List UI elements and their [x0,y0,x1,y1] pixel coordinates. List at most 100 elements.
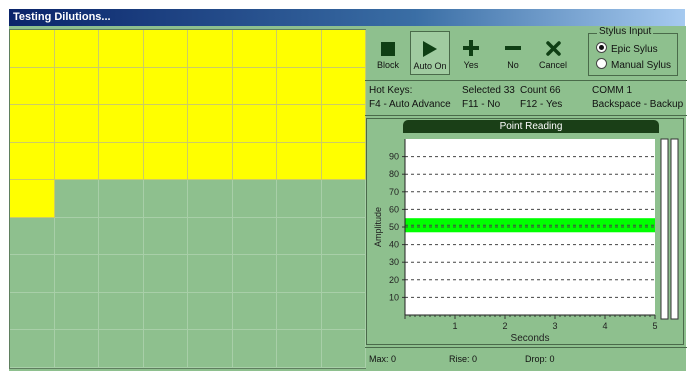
selected-count: Selected 33 [462,85,515,96]
grid-cell[interactable] [321,217,366,256]
grid-cell[interactable] [188,330,233,368]
play-triangle-icon [411,37,449,59]
grid-cell[interactable] [277,142,322,181]
hot-keys-title: Hot Keys: [369,85,413,96]
grid-cell[interactable] [10,217,55,256]
grid-cell[interactable] [99,105,144,143]
grid-cell[interactable] [188,255,233,293]
grid-cell[interactable] [277,217,322,256]
no-button[interactable]: No [498,31,528,75]
grid-cell[interactable] [54,142,99,181]
grid-cell[interactable] [10,105,55,143]
grid-cell[interactable] [143,180,188,218]
grid-cell[interactable] [188,105,233,143]
auto-on-button[interactable]: Auto On [410,31,450,75]
grid-cell[interactable] [143,292,188,331]
hotkey-f12: F12 - Yes [520,99,563,110]
yes-button[interactable]: Yes [456,31,486,75]
y-tick-label: 40 [389,240,399,250]
title-bar[interactable]: Testing Dilutions... [9,9,685,26]
grid-cell[interactable] [277,330,322,368]
grid-cell[interactable] [143,255,188,293]
app-window: Testing Dilutions... Block Auto On Yes N… [0,0,691,371]
grid-cell[interactable] [143,217,188,256]
y-tick-label: 70 [389,187,399,197]
grid-cell[interactable] [188,217,233,256]
grid-cell[interactable] [99,30,144,68]
grid-cell[interactable] [321,30,366,68]
grid-cell[interactable] [321,255,366,293]
x-axis-label: Seconds [511,333,550,344]
cancel-button[interactable]: Cancel [534,31,572,75]
grid-cell[interactable] [143,330,188,368]
grid-cell[interactable] [54,330,99,368]
grid-cell[interactable] [232,255,277,293]
grid-cell[interactable] [232,180,277,218]
grid-cell[interactable] [232,142,277,181]
block-button[interactable]: Block [370,31,406,75]
grid-cell[interactable] [277,67,322,106]
grid-cell[interactable] [10,330,55,368]
grid-cell[interactable] [188,142,233,181]
y-tick-label: 10 [389,292,399,302]
grid-cell[interactable] [54,180,99,218]
grid-cell[interactable] [99,180,144,218]
grid-cell[interactable] [321,142,366,181]
y-tick-label: 50 [389,222,399,232]
grid-cell[interactable] [99,255,144,293]
grid-cell[interactable] [321,330,366,368]
grid-cell[interactable] [54,217,99,256]
x-icon [534,36,572,58]
grid-cell[interactable] [188,30,233,68]
y-tick-label: 90 [389,152,399,162]
stop-square-icon [370,36,406,58]
grid-cell[interactable] [321,292,366,331]
grid-cell[interactable] [277,105,322,143]
grid-cell[interactable] [99,292,144,331]
grid-cell[interactable] [277,180,322,218]
grid-cell[interactable] [143,142,188,181]
manual-stylus-option[interactable]: Manual Sylus [596,58,671,71]
grid-cell[interactable] [143,67,188,106]
grid-cell[interactable] [54,105,99,143]
grid-cell[interactable] [99,142,144,181]
grid-cell[interactable] [54,292,99,331]
grid-cell[interactable] [188,292,233,331]
level-meter-right [670,138,679,320]
grid-cell[interactable] [10,30,55,68]
grid-cell[interactable] [232,292,277,331]
control-panel: Block Auto On Yes No Cancel Stylus Input… [365,26,687,369]
grid-cell[interactable] [99,217,144,256]
grid-cell[interactable] [143,30,188,68]
total-count: Count 66 [520,85,561,96]
grid-cell[interactable] [188,67,233,106]
grid-cell[interactable] [10,180,55,218]
stylus-input-group: Stylus Input Epic Sylus Manual Sylus [588,26,678,76]
grid-cell[interactable] [188,180,233,218]
grid-cell[interactable] [277,30,322,68]
grid-cell[interactable] [10,67,55,106]
grid-cell[interactable] [54,67,99,106]
grid-cell[interactable] [321,105,366,143]
grid-cell[interactable] [54,30,99,68]
grid-cell[interactable] [99,330,144,368]
grid-cell[interactable] [277,255,322,293]
grid-cell[interactable] [10,142,55,181]
grid-cell[interactable] [232,30,277,68]
grid-cell[interactable] [232,330,277,368]
grid-cell[interactable] [54,255,99,293]
y-tick-label: 30 [389,257,399,267]
grid-cell[interactable] [232,67,277,106]
grid-cell[interactable] [10,255,55,293]
grid-cell[interactable] [321,180,366,218]
grid-cell[interactable] [321,67,366,106]
y-axis-label: Amplitude [373,207,383,247]
grid-cell[interactable] [99,67,144,106]
grid-cell[interactable] [10,292,55,331]
grid-cell[interactable] [277,292,322,331]
grid-cell[interactable] [232,217,277,256]
y-tick-label: 60 [389,204,399,214]
grid-cell[interactable] [143,105,188,143]
epic-stylus-option[interactable]: Epic Sylus [596,42,658,55]
grid-cell[interactable] [232,105,277,143]
